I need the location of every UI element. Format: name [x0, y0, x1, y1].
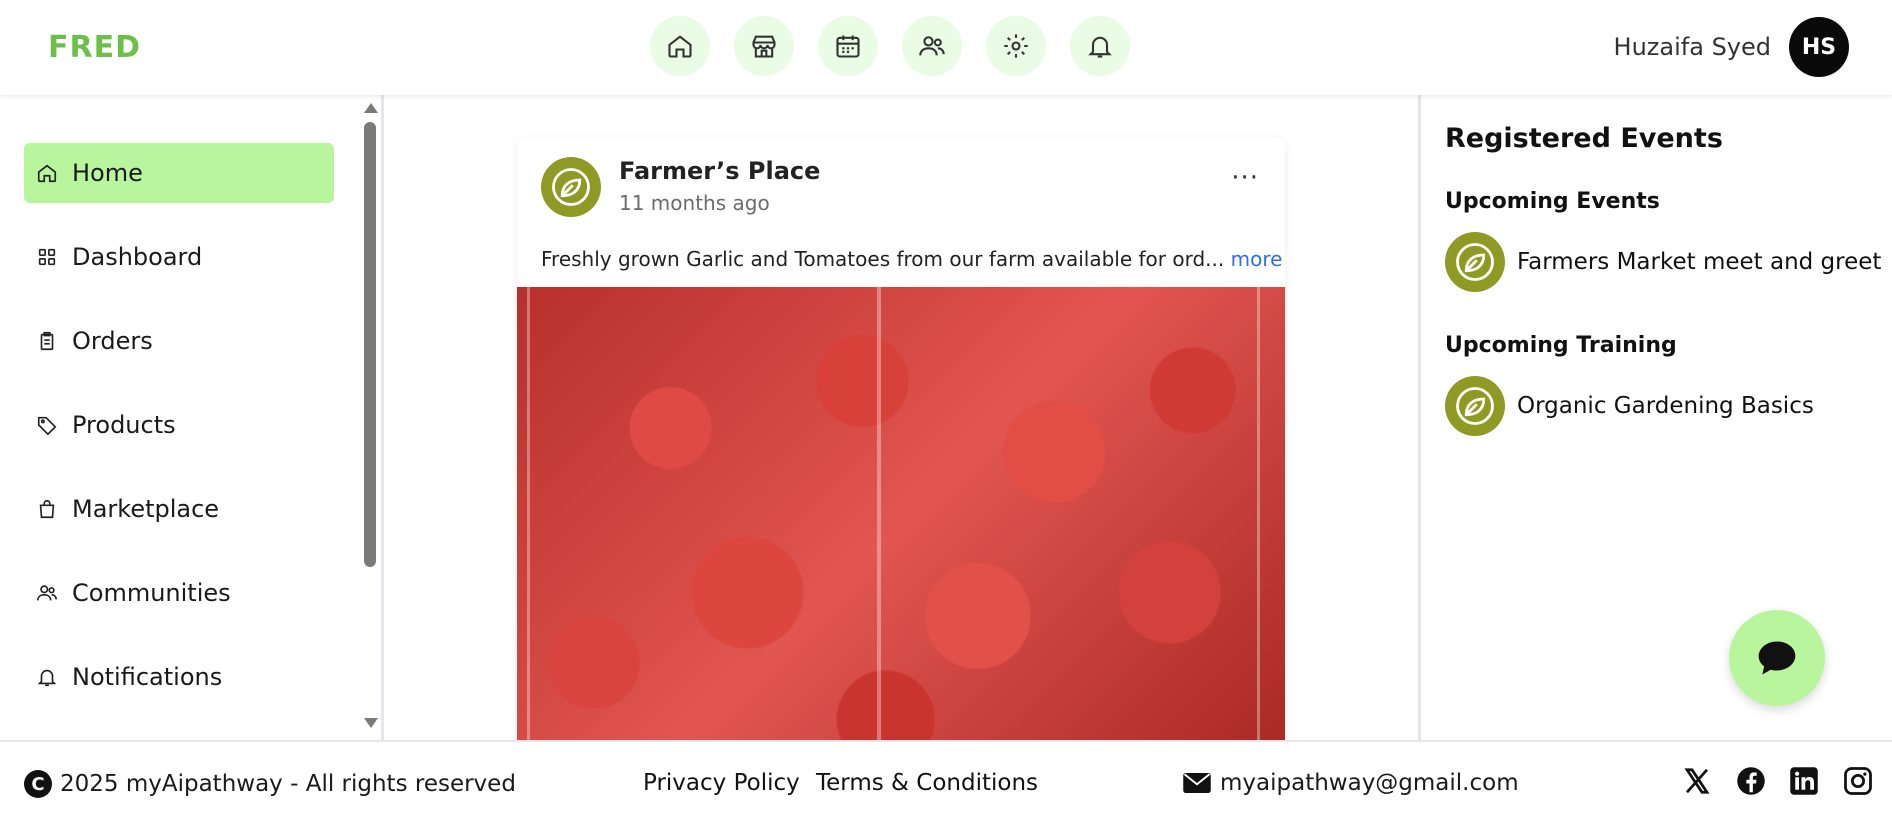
sidebar-item-marketplace[interactable]: Marketplace: [24, 479, 334, 539]
nav-home-button[interactable]: [650, 16, 710, 76]
email-text: myaipathway@gmail.com: [1220, 770, 1519, 796]
post-time: 11 months ago: [619, 191, 770, 215]
copyright-text: 2025 myAipathway - All rights reserved: [60, 771, 516, 797]
terms-link[interactable]: Terms & Conditions: [816, 770, 1038, 796]
home-icon: [668, 35, 692, 58]
bell-icon: [1088, 36, 1112, 58]
sidebar-item-label: Notifications: [72, 663, 223, 691]
events-heading: Upcoming Events: [1445, 189, 1660, 214]
tag-icon: [37, 416, 57, 436]
sidebar-item-orders[interactable]: Orders: [24, 311, 334, 371]
leaf-icon: [552, 168, 590, 206]
app-logo[interactable]: FRED: [48, 30, 141, 65]
nav-notifications-button[interactable]: [1070, 16, 1130, 76]
event-logo: [1445, 232, 1505, 292]
scroll-thumb[interactable]: [364, 122, 376, 567]
x-icon[interactable]: [1682, 766, 1712, 796]
bag-seam: [527, 287, 530, 740]
scroll-down-arrow[interactable]: [364, 718, 378, 728]
avatar[interactable]: HS: [1789, 17, 1849, 77]
sidebar-item-label: Dashboard: [72, 243, 203, 271]
top-bar: FRED Huzaifa Syed HS: [0, 0, 1892, 95]
chat-icon: [1758, 641, 1796, 675]
training-logo: [1445, 376, 1505, 436]
copyright-icon: C: [24, 770, 52, 798]
bell-icon: [37, 669, 57, 687]
event-name: Farmers Market meet and greet: [1517, 249, 1882, 275]
sidebar-item-label: Orders: [72, 327, 153, 355]
leaf-icon: [1456, 387, 1494, 425]
nav-calendar-button[interactable]: [818, 16, 878, 76]
sidebar-item-products[interactable]: Products: [24, 395, 334, 455]
feed: Farmer’s Place 11 months ago ··· Freshly…: [384, 95, 1418, 740]
sidebar-item-label: Marketplace: [72, 495, 220, 523]
grid-icon: [38, 248, 56, 266]
facebook-icon[interactable]: [1736, 766, 1766, 796]
training-item[interactable]: Organic Gardening Basics: [1445, 376, 1814, 436]
sidebar-item-label: Communities: [72, 579, 231, 607]
mail-icon: [1183, 773, 1211, 793]
bag-icon: [39, 499, 55, 519]
training-name: Organic Gardening Basics: [1517, 393, 1814, 419]
clipboard-icon: [40, 331, 54, 351]
sidebar-item-dashboard[interactable]: Dashboard: [24, 227, 334, 287]
post-text: Freshly grown Garlic and Tomatoes from o…: [541, 247, 1282, 271]
copyright: C 2025 myAipathway - All rights reserved: [24, 770, 516, 798]
store-icon: [752, 35, 776, 58]
scroll-up-arrow[interactable]: [364, 103, 378, 113]
sidebar-item-notifications[interactable]: Notifications: [24, 647, 334, 707]
post-menu-button[interactable]: ···: [1231, 163, 1259, 193]
nav-store-button[interactable]: [734, 16, 794, 76]
top-nav: [650, 16, 1130, 76]
users-icon: [37, 585, 57, 601]
settings-icon: [1004, 34, 1028, 58]
panel-title: Registered Events: [1445, 123, 1723, 154]
sidebar-item-label: Products: [72, 411, 176, 439]
leaf-icon: [1456, 243, 1494, 281]
post-author[interactable]: Farmer’s Place: [619, 157, 820, 185]
email-link[interactable]: myaipathway@gmail.com: [1182, 770, 1519, 796]
training-heading: Upcoming Training: [1445, 333, 1677, 358]
calendar-icon: [836, 35, 860, 58]
post-image[interactable]: [517, 287, 1285, 740]
home-icon: [37, 164, 57, 183]
user-name: Huzaifa Syed: [1613, 33, 1771, 61]
sidebar-item-communities[interactable]: Communities: [24, 563, 334, 623]
event-item[interactable]: Farmers Market meet and greet: [1445, 232, 1881, 292]
linkedin-icon[interactable]: [1789, 766, 1819, 796]
bag-seam: [1257, 287, 1260, 740]
author-logo[interactable]: [541, 157, 601, 217]
user-menu[interactable]: Huzaifa Syed HS: [1614, 17, 1849, 77]
sidebar-scrollbar[interactable]: [362, 95, 378, 740]
post-body: Freshly grown Garlic and Tomatoes from o…: [541, 247, 1225, 271]
nav-settings-button[interactable]: [986, 16, 1046, 76]
nav-users-button[interactable]: [902, 16, 962, 76]
sidebar-item-label: Home: [72, 159, 143, 187]
sidebar: Home Dashboard Orders Products Marketpla…: [0, 95, 384, 740]
bag-seam: [877, 287, 881, 740]
chat-button[interactable]: [1729, 610, 1825, 706]
instagram-icon[interactable]: [1843, 766, 1873, 796]
sidebar-item-home[interactable]: Home: [24, 143, 334, 203]
post-more-link[interactable]: more: [1231, 247, 1283, 271]
privacy-link[interactable]: Privacy Policy: [643, 770, 800, 796]
users-icon: [919, 36, 945, 56]
post-card: Farmer’s Place 11 months ago ··· Freshly…: [517, 137, 1285, 740]
footer: C 2025 myAipathway - All rights reserved…: [0, 740, 1892, 824]
